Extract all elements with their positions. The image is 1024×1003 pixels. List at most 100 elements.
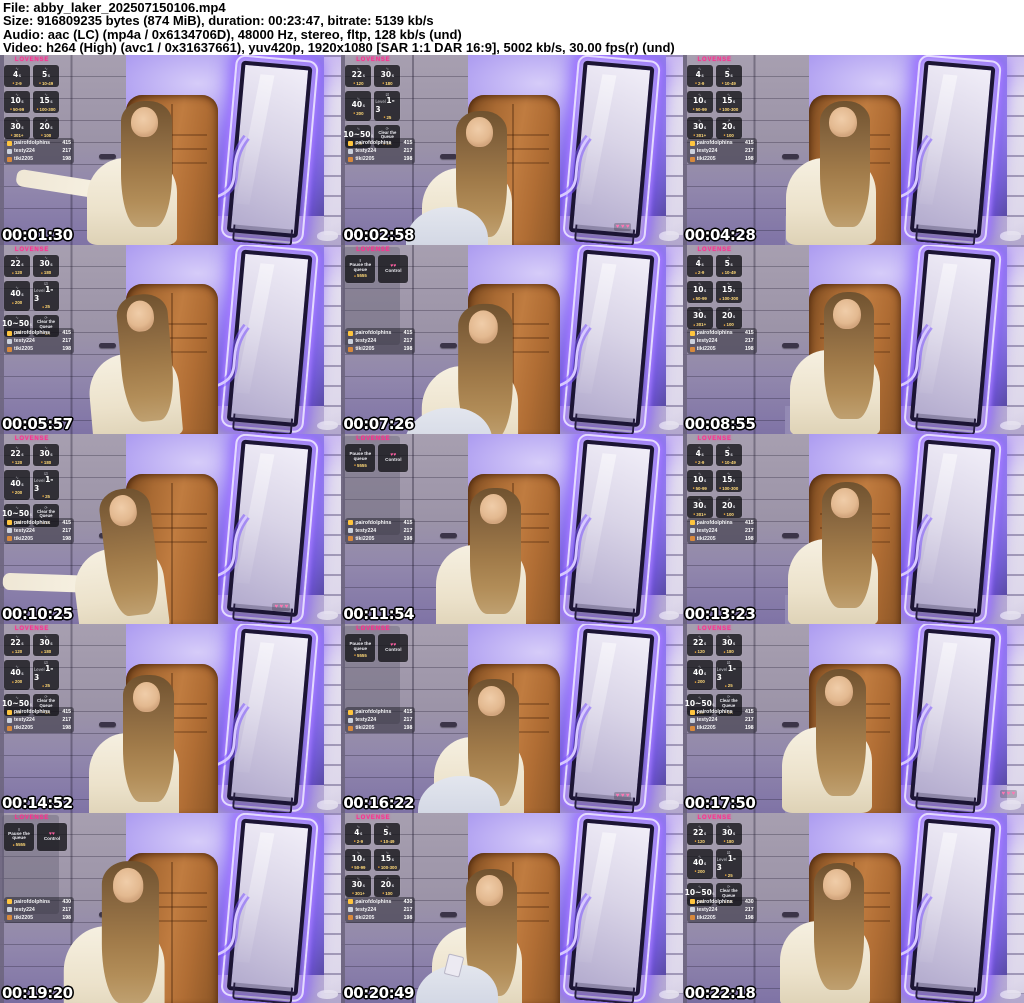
trophy-icon <box>689 899 695 905</box>
tip-menu-tile: ∿ 30s ● 180 <box>33 633 59 656</box>
trophy-icon <box>689 140 695 146</box>
tile-price: ● 120 <box>694 838 705 844</box>
tipper-score: 415 <box>403 330 413 336</box>
trophy-icon <box>689 346 695 352</box>
tile-unit: s <box>21 481 24 487</box>
tipper-name: testy224 <box>355 717 377 724</box>
tile-unit: s <box>362 882 365 888</box>
lovense-logo: LOVENSE <box>14 625 50 632</box>
tip-menu-tile: ∿ 40s ● 200 <box>4 659 30 690</box>
token-icon: ● <box>41 304 45 309</box>
tip-menu-tile: ∿ 30s ● 301+ <box>4 117 30 139</box>
tipper-row: testy224 217 <box>7 907 71 913</box>
top-tippers-overlay: pairofdolphins 415 testy224 217 tiki2205 198 <box>686 138 757 165</box>
tip-menu-tile: ∿ 40s ● 200 <box>4 280 30 311</box>
tile-number: 15s <box>380 853 394 863</box>
tile-price: ● 100 <box>723 132 734 138</box>
shelf-unit <box>324 434 342 615</box>
trophy-icon <box>7 346 12 352</box>
token-icon: ● <box>40 133 43 137</box>
tile-unit: s <box>701 72 704 78</box>
tipper-row: testy224 217 <box>348 148 412 154</box>
tile-unit: s <box>732 98 736 104</box>
tile-unit: s <box>21 641 24 647</box>
token-icon: ● <box>724 683 727 688</box>
tipper-score: 217 <box>745 338 754 344</box>
tile-unit: s <box>703 124 707 130</box>
trophy-icon <box>348 725 354 731</box>
tip-menu-tile: ∿ 4s ● 2-9 <box>686 444 713 467</box>
video-thumbnail: LOVENSE Ⅱ Pause the queue ● 5555 ♥♥ Control p… <box>341 244 683 435</box>
token-icon: ● <box>724 873 727 878</box>
video-thumbnail: LOVENSE ∿ 22s ● 120 ∿ 30s ● 180 ∿ 40s ● 200 ⚂ Level1-… <box>682 813 1024 1003</box>
tip-menu-overlay: ∿ 4s ● 2-9 ∿ 5s ● 10-49 ∿ 10s ● 50-99 ∿ 15s ● 100-300 ∿ 3… <box>686 254 742 329</box>
token-icon: ● <box>353 653 356 658</box>
person-face <box>468 310 498 344</box>
webcam-scene: LOVENSE ∿ 22s ● 120 ∿ 30s ● 180 ∿ 40s ● 200 ⚂ Level1-… <box>682 623 1024 814</box>
tipper-score: 415 <box>62 330 71 336</box>
tipper-row: testy224 217 <box>689 717 754 723</box>
tile-price: ● 50-99 <box>351 864 366 870</box>
tile-price: ● 5555 <box>353 462 367 468</box>
tile-price: ● 5555 <box>12 842 26 848</box>
tile-unit: s <box>50 124 53 130</box>
tile-price: ● 50-99 <box>9 106 25 112</box>
tile-number: Level1-3 <box>716 853 737 872</box>
trophy-icon <box>7 725 12 731</box>
tipper-score: 217 <box>62 338 71 344</box>
reaction-icons: ♥ ♥ ♥ <box>999 790 1018 799</box>
trophy-icon <box>7 536 12 542</box>
token-icon: ● <box>11 649 14 654</box>
tip-menu-overlay: ∿ 22s ● 120 ∿ 30s ● 180 ∿ 40s ● 200 ⚂ Level1-3 ● 25 ∿ 10~… <box>2 633 59 717</box>
tip-menu-tile: ⚂ Level1-3 ● 25 <box>374 91 401 121</box>
tip-menu-overlay: ∿ 22s ● 120 ∿ 30s ● 180 ∿ 40s ● 200 ⚂ Level1-3 ● 25 ∿ 10~… <box>343 65 401 148</box>
reaction-icons: ♥ ♥ ♥ <box>613 792 632 801</box>
floor-object <box>658 800 680 810</box>
trophy-icon <box>7 338 12 344</box>
tile-price: ● 301+ <box>693 511 707 517</box>
person-arm <box>2 572 85 593</box>
tile-price: ● 100-300 <box>36 106 56 112</box>
tile-unit: s <box>732 641 736 647</box>
tip-menu-tile: ∿ 10s ● 50-99 <box>686 91 713 113</box>
trophy-icon <box>689 156 695 162</box>
tip-menu-tile: Ⅱ Pause the queue ● 5555 <box>345 633 376 662</box>
tile-unit: s <box>732 124 736 130</box>
tipper-row: tiki2205 198 <box>689 156 754 162</box>
tile-price: ● 5555 <box>353 652 367 658</box>
heart-icon: ♥ <box>284 603 289 610</box>
tip-menu-tile: Ⅱ Pause the queue ● 5555 <box>4 823 34 852</box>
timestamp-label: 00:14:52 <box>2 794 73 813</box>
tipper-score: 198 <box>745 346 754 352</box>
lovense-logo: LOVENSE <box>356 436 391 443</box>
trophy-icon <box>348 140 354 146</box>
tile-price: ● 10-49 <box>721 270 736 276</box>
tip-menu-overlay: ∿ 4s ● 2-9 ∿ 5s ● 10-49 ∿ 10s ● 50-99 ∿ 15s ● 100-300 ∿ 3… <box>4 65 59 139</box>
tile-price: ● 2-9 <box>12 80 22 86</box>
person-face <box>825 675 853 707</box>
tip-menu-tile: ∿ 15s ● 100-300 <box>715 470 742 493</box>
tipper-row: pairofdolphins 430 <box>348 899 412 905</box>
tipper-row: pairofdolphins 415 <box>689 330 754 336</box>
tile-number: 20s <box>721 311 736 321</box>
person-face <box>479 494 508 525</box>
tile-label: Control <box>43 836 61 842</box>
tile-number: 15s <box>721 95 736 105</box>
top-tippers-overlay: pairofdolphins 415 testy224 217 tiki2205 198 <box>345 707 416 734</box>
tipper-name: tiki2205 <box>14 725 34 732</box>
person-face <box>112 868 144 903</box>
tile-unit: s <box>21 292 24 298</box>
floor-object <box>1000 989 1021 1000</box>
tile-price: ● 10-49 <box>721 80 736 86</box>
tip-menu-overlay: ∿ 22s ● 120 ∿ 30s ● 180 ∿ 40s ● 200 ⚂ Level1-3 ● 25 ∿ 10~… <box>2 254 59 338</box>
tile-price: ● 200 <box>353 110 364 116</box>
person-face <box>833 298 861 329</box>
tile-prefix: Level <box>375 98 386 104</box>
tile-price: ● 100 <box>382 890 393 896</box>
tile-number: 4s <box>695 69 704 79</box>
trophy-icon <box>348 520 354 526</box>
video-thumbnail: LOVENSE Ⅱ Pause the queue ● 5555 ♥♥ Control p… <box>0 813 342 1003</box>
tipper-row: pairofdolphins 430 <box>689 899 754 905</box>
tipper-row: testy224 217 <box>7 338 71 344</box>
tile-price: ● 120 <box>353 80 364 86</box>
